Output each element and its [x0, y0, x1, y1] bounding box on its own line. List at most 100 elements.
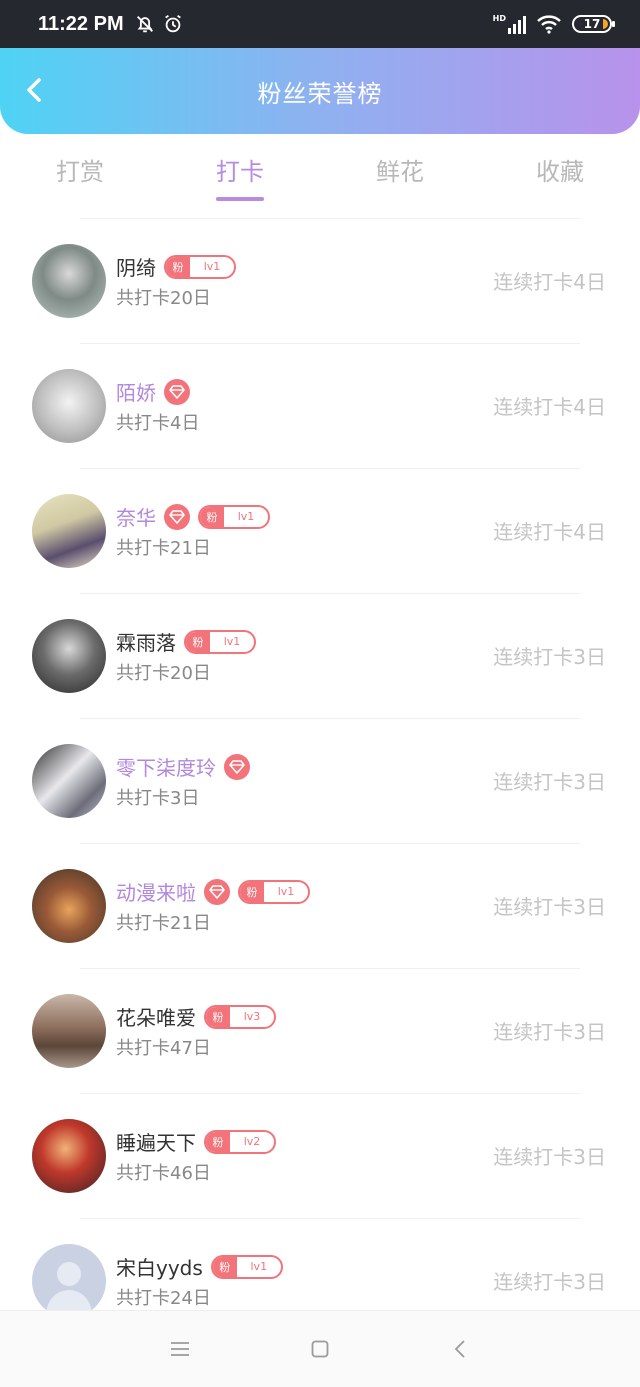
signal-icon: HD: [493, 14, 526, 34]
user-name: 陌娇: [116, 381, 156, 405]
streak-days: 连续打卡4日: [493, 395, 606, 419]
diamond-icon: [164, 503, 190, 530]
fan-badge-level: lv2: [243, 1135, 261, 1148]
fan-badge-label: 粉: [240, 881, 264, 902]
list-item[interactable]: 零下柒度玲 共打卡3日 连续打卡3日: [0, 718, 640, 843]
row-divider: [80, 593, 580, 594]
row-divider: [80, 1218, 580, 1219]
user-info: 动漫来啦 粉 lv1 共打卡21日: [116, 877, 310, 935]
fan-level-badge: 粉 lv3: [204, 1004, 276, 1029]
avatar[interactable]: [32, 243, 106, 318]
list-item[interactable]: 奈华 粉 lv1 共打卡21日 连续打卡4日: [0, 468, 640, 593]
fan-badge-level: lv1: [250, 1260, 268, 1273]
fan-level-badge: 粉 lv2: [204, 1129, 276, 1154]
alarm-icon: [164, 14, 181, 33]
list-item[interactable]: 睡遍天下粉 lv2 共打卡46日 连续打卡3日: [0, 1093, 640, 1218]
user-info: 睡遍天下粉 lv2 共打卡46日: [116, 1127, 276, 1185]
user-info: 霖雨落粉 lv1 共打卡20日: [116, 627, 256, 685]
streak-days: 连续打卡4日: [493, 520, 606, 544]
list-item[interactable]: 陌娇 共打卡4日 连续打卡4日: [0, 343, 640, 468]
user-info: 奈华 粉 lv1 共打卡21日: [116, 502, 270, 560]
fan-level-badge: 粉 lv1: [238, 879, 310, 904]
diamond-icon: [204, 878, 230, 905]
user-name: 奈华: [116, 506, 156, 530]
list-item[interactable]: 霖雨落粉 lv1 共打卡20日 连续打卡3日: [0, 593, 640, 718]
avatar[interactable]: [32, 368, 106, 443]
user-info: 零下柒度玲 共打卡3日: [116, 752, 250, 810]
row-divider: [80, 843, 580, 844]
streak-days: 连续打卡3日: [493, 1145, 606, 1169]
fan-level-badge: 粉 lv1: [210, 1254, 283, 1279]
streak-days: 连续打卡3日: [493, 1020, 606, 1044]
avatar[interactable]: [32, 868, 106, 943]
menu-button[interactable]: [165, 1334, 195, 1364]
silent-bell-icon: [136, 16, 153, 33]
list-item[interactable]: 动漫来啦 粉 lv1 共打卡21日 连续打卡3日: [0, 843, 640, 968]
fan-badge-label: 粉: [166, 256, 190, 277]
row-divider: [80, 468, 580, 469]
row-divider: [80, 1093, 580, 1094]
tab-checkin[interactable]: 打卡: [160, 134, 320, 218]
fan-badge-level: lv1: [237, 510, 255, 523]
tab-reward[interactable]: 打赏: [0, 134, 160, 218]
avatar[interactable]: [32, 493, 106, 568]
list-item[interactable]: 阴绮粉 lv1 共打卡20日 连续打卡4日: [0, 218, 640, 343]
chevron-left-icon: [27, 78, 41, 102]
diamond-icon: [224, 753, 250, 780]
battery-indicator: 17: [572, 15, 615, 33]
streak-days: 连续打卡3日: [493, 645, 606, 669]
row-divider: [80, 343, 580, 344]
total-checkin-days: 共打卡21日: [116, 912, 211, 934]
fan-badge-level: lv3: [243, 1010, 261, 1023]
back-button[interactable]: [18, 74, 50, 106]
avatar[interactable]: [32, 1243, 106, 1318]
wifi-icon: [537, 15, 561, 34]
tab-flowers[interactable]: 鲜花: [320, 134, 480, 218]
user-name: 零下柒度玲: [116, 756, 216, 780]
avatar[interactable]: [32, 1118, 106, 1193]
avatar[interactable]: [32, 743, 106, 818]
tab-favorites[interactable]: 收藏: [480, 134, 640, 218]
battery-level: 17: [583, 17, 601, 31]
fan-ranking-list: 阴绮粉 lv1 共打卡20日 连续打卡4日 陌娇 共打卡4日 连续打卡4日 奈华粉 lv1 共打卡…: [0, 218, 640, 1343]
header-bar: 粉丝荣誉榜: [0, 48, 640, 134]
list-item[interactable]: 花朵唯爱粉 lv3 共打卡47日 连续打卡3日: [0, 968, 640, 1093]
user-info: 花朵唯爱粉 lv3 共打卡47日: [116, 1002, 276, 1060]
user-name: 花朵唯爱: [116, 1006, 196, 1030]
user-name: 动漫来啦: [116, 881, 196, 905]
page-title: 粉丝荣誉榜: [257, 79, 383, 108]
row-divider: [80, 718, 580, 719]
fan-badge-label: 粉: [186, 631, 210, 652]
user-info: 阴绮粉 lv1 共打卡20日: [116, 252, 236, 310]
system-back-button[interactable]: [445, 1334, 475, 1364]
tab-label: 打赏: [56, 158, 104, 186]
home-square-icon: [311, 1340, 329, 1358]
user-name: 阴绮: [116, 256, 156, 280]
total-checkin-days: 共打卡20日: [116, 662, 211, 684]
default-avatar-icon: [46, 1261, 92, 1312]
avatar[interactable]: [32, 993, 106, 1068]
row-divider: [80, 968, 580, 969]
tab-label: 收藏: [536, 158, 584, 186]
fan-level-badge: 粉 lv1: [184, 629, 256, 654]
home-button[interactable]: [305, 1334, 335, 1364]
total-checkin-days: 共打卡47日: [116, 1037, 211, 1059]
menu-icon: [171, 1342, 189, 1356]
status-time: 11:22 PM: [38, 12, 124, 35]
tab-label: 打卡: [216, 158, 264, 186]
avatar[interactable]: [32, 618, 106, 693]
user-info: 陌娇 共打卡4日: [116, 377, 199, 435]
fan-level-badge: 粉 lv1: [198, 504, 270, 529]
system-nav-bar: [0, 1310, 640, 1387]
user-name: 霖雨落: [116, 631, 176, 655]
fan-badge-level: lv1: [203, 260, 221, 273]
fan-level-badge: 粉 lv1: [164, 254, 236, 279]
fan-badge-label: 粉: [206, 1006, 230, 1027]
user-name: 睡遍天下: [116, 1131, 196, 1155]
tab-label: 鲜花: [376, 158, 424, 186]
fan-badge-label: 粉: [212, 1256, 237, 1277]
total-checkin-days: 共打卡20日: [116, 287, 211, 309]
status-bar: 11:22 PM HD 17: [0, 0, 640, 48]
streak-days: 连续打卡3日: [493, 895, 606, 919]
streak-days: 连续打卡3日: [493, 770, 606, 794]
